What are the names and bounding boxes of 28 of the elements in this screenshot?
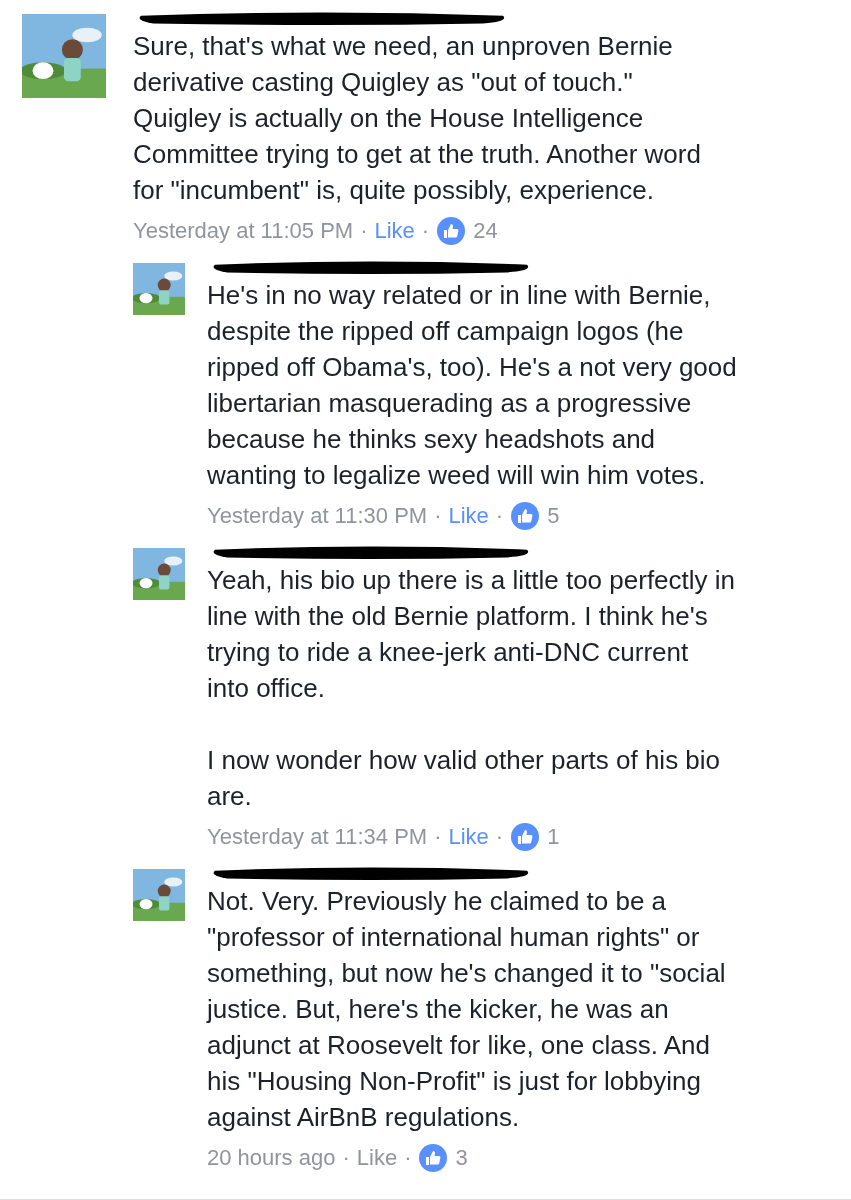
separator-dot: · [495, 502, 504, 530]
separator-dot: · [360, 217, 368, 245]
thumbs-up-icon [418, 1142, 449, 1173]
like-count: 3 [455, 1144, 468, 1172]
like-link[interactable]: Like [448, 820, 489, 853]
like-link[interactable]: Like [448, 499, 489, 532]
comment-text: He's in no way related or in line with Bernie, despite the ripped off campaign logos (he ripped off Obama's, too). He's a not very good libertarian masquerading as a progressive because he thinks sexy headshots and wanting to legalize weed will win him votes. [207, 279, 737, 492]
like-count: 5 [547, 502, 560, 530]
timestamp: 20 hours ago [207, 1144, 336, 1172]
separator-dot: · [421, 217, 430, 245]
comment-text: Yeah, his bio up there is a little too perfectly in line with the old Bernie platform. I think he's trying to ride a knee-jerk anti-DNC current into office. I now wonder how valid other parts of his bio are. [207, 564, 736, 813]
separator-dot: · [434, 823, 442, 851]
timestamp: Yesterday at 11:05 PM [133, 217, 354, 245]
like-count: 24 [473, 217, 498, 245]
timestamp: Yesterday at 11:30 PM [207, 502, 428, 530]
comment-text: Sure, that's what we need, an unproven Bernie derivative casting Quigley as "out of touch." Quigley is actually on the House Intelligence Committee trying to get at the truth. Another word for "incumbent" is, quite possibly, experience. [133, 30, 701, 207]
thumbs-up-icon [510, 500, 541, 531]
separator-dot: · [342, 1144, 350, 1172]
thumbs-up-icon [436, 215, 467, 246]
separator-dot: · [495, 823, 504, 851]
separator-dot: · [404, 1144, 412, 1172]
separator-dot: · [434, 502, 442, 530]
like-count: 1 [547, 823, 560, 851]
timestamp: Yesterday at 11:34 PM [207, 823, 428, 851]
like-link[interactable]: Like [356, 1141, 398, 1174]
comment-text: Not. Very. Previously he claimed to be a "professor of international human rights" or something, but now he's changed it to "social justice. But, here's the kicker, he was an adjunct at Roosevelt for like, one class. And his "Housing Non-Profit" is just for lobbying against AirBnB regulations. [207, 885, 726, 1134]
thumbs-up-icon [510, 821, 541, 852]
like-link[interactable]: Like [374, 214, 415, 247]
